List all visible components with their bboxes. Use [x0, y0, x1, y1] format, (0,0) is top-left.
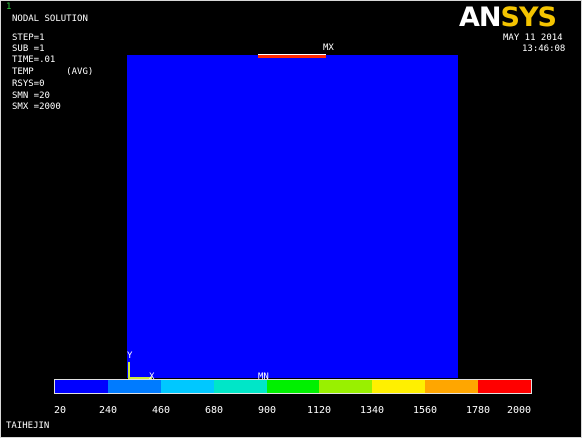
plot-title: NODAL SOLUTION [12, 14, 88, 24]
smn-label: SMN =20 [12, 91, 50, 101]
legend-band-7 [372, 380, 426, 393]
rsys-label: RSYS=0 [12, 79, 45, 89]
logo-an: AN [459, 2, 501, 33]
mx-marker: MX [323, 43, 334, 53]
contour-model [127, 55, 458, 378]
legend-band-2 [107, 380, 161, 393]
graphics-window: 1 NODAL SOLUTION STEP=1 SUB =1 TIME=.01 … [0, 0, 582, 438]
legend-value-label: 900 [258, 405, 277, 416]
legend-value-label: 240 [99, 405, 118, 416]
legend-band-3 [160, 380, 214, 393]
contour-legend [54, 379, 532, 394]
jobname-label: TAIHEJIN [6, 421, 50, 431]
logo-sys: SYS [500, 2, 557, 33]
window-number: 1 [6, 2, 12, 12]
legend-value-label: 2000 [507, 405, 532, 416]
legend-band-5 [266, 380, 320, 393]
smx-label: SMX =2000 [12, 102, 61, 112]
legend-value-label: 1560 [413, 405, 438, 416]
legend-value-label: 460 [152, 405, 171, 416]
legend-band-8 [425, 380, 479, 393]
legend-band-4 [213, 380, 267, 393]
ansys-logo: ANSYS [459, 2, 557, 33]
legend-value-label: 20 [54, 405, 67, 416]
legend-value-label: 1340 [360, 405, 385, 416]
legend-band-1 [55, 380, 108, 393]
step-label: STEP=1 [12, 33, 45, 43]
date-label: MAY 11 2014 [503, 33, 563, 43]
legend-value-label: 680 [205, 405, 224, 416]
legend-value-label: 1780 [466, 405, 491, 416]
time-label: TIME=.01 [12, 55, 56, 65]
triad-y-label: Y [127, 351, 133, 361]
result-item-label: TEMP (AVG) [12, 67, 94, 77]
time-of-day-label: 13:46:08 [522, 44, 566, 54]
legend-band-6 [319, 380, 373, 393]
legend-band-9 [478, 380, 532, 393]
legend-value-label: 1120 [307, 405, 332, 416]
max-region [258, 54, 326, 58]
substep-label: SUB =1 [12, 44, 45, 54]
